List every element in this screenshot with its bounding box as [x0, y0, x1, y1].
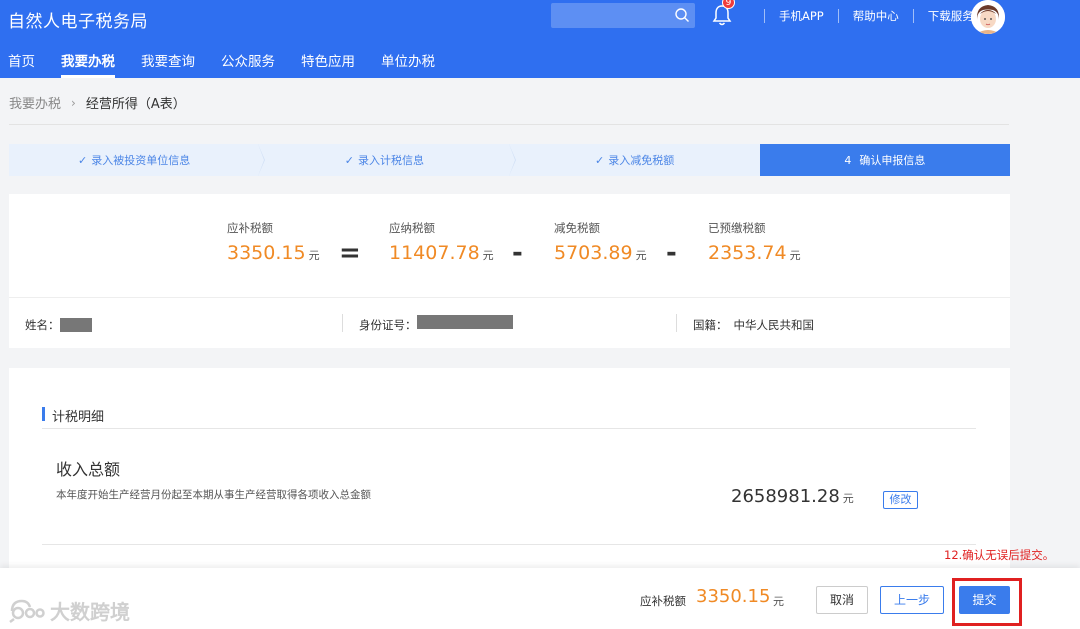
tax-summary-card: 应补税额 3350.15 元 = 应纳税额 11407.78 元 - 减免税额 57… [9, 194, 1010, 297]
cancel-button[interactable]: 取消 [816, 586, 868, 614]
step-3: ✓ 录入减免税额 [509, 144, 760, 176]
section-divider [42, 428, 976, 429]
summary-value: 5703.89 元 [554, 242, 647, 264]
info-label: 身份证号： [359, 318, 417, 332]
summary-label: 减免税额 [554, 221, 600, 235]
step-arrow-inner [508, 144, 515, 176]
redacted-id [416, 315, 513, 329]
breadcrumb-parent[interactable]: 我要办税 [9, 93, 61, 112]
section-title: 计税明细 [42, 406, 104, 425]
watermark: 大数跨境 [8, 596, 130, 625]
income-value: 2658981.28 元 [731, 486, 854, 507]
summary-tax-reduction: 减免税额 5703.89 元 [554, 220, 647, 264]
link-divider [912, 9, 914, 23]
check-icon: ✓ [344, 153, 354, 167]
taxpayer-info: 姓名： 身份证号： 国籍： 中华人民共和国 [9, 297, 1010, 348]
info-label: 国籍： [693, 318, 728, 332]
link-help-center[interactable]: 帮助中心 [853, 8, 899, 24]
income-title: 收入总额 [56, 460, 121, 479]
summary-amount: 11407.78 [389, 242, 480, 264]
minus-operator: - [666, 238, 677, 268]
user-avatar[interactable] [971, 0, 1005, 34]
summary-unit: 元 [482, 249, 494, 262]
link-mobile-app[interactable]: 手机APP [779, 8, 824, 24]
notification-badge: 9 [722, 0, 735, 9]
summary-value: 11407.78 元 [389, 242, 494, 264]
equals-operator: = [339, 238, 361, 268]
nav-special-apps[interactable]: 特色应用 [301, 52, 355, 78]
summary-tax-due: 应纳税额 11407.78 元 [389, 220, 494, 264]
watermark-logo-icon [9, 599, 45, 623]
footer-tax-value: 3350.15 [696, 586, 771, 607]
footer-tax-unit: 元 [773, 595, 784, 608]
summary-tax-payable: 应补税额 3350.15 元 [227, 220, 320, 264]
summary-unit: 元 [308, 249, 320, 262]
submit-highlight-box [952, 578, 1022, 626]
summary-unit: 元 [789, 249, 801, 262]
check-icon: ✓ [78, 153, 88, 167]
step-label: 录入减免税额 [608, 154, 675, 167]
summary-prepaid-tax: 已预缴税额 2353.74 元 [708, 220, 801, 264]
info-divider [342, 314, 343, 332]
row-divider [42, 544, 976, 545]
summary-label: 应纳税额 [389, 221, 435, 235]
summary-amount: 2353.74 [708, 242, 787, 264]
breadcrumb: 我要办税 › 经营所得（A表） [9, 93, 186, 113]
chevron-right-icon: › [71, 95, 76, 110]
action-footer: 大数跨境 应补税额 3350.15 元 取消 上一步 提交 [0, 568, 1080, 629]
info-nationality: 国籍： 中华人民共和国 [693, 317, 814, 333]
previous-step-button[interactable]: 上一步 [880, 586, 944, 614]
step-1: ✓ 录入被投资单位信息 [9, 144, 266, 176]
check-icon: ✓ [595, 153, 605, 167]
step-label: 录入计税信息 [357, 154, 424, 167]
instruction-annotation: 12.确认无误后提交。 [944, 548, 1055, 562]
edit-income-button[interactable]: 修改 [883, 491, 918, 509]
summary-amount: 3350.15 [227, 242, 306, 264]
income-unit: 元 [842, 492, 854, 505]
tax-detail-card: 计税明细 收入总额 本年度开始生产经营月份起至本期从事生产经营取得各项收入总金额… [9, 368, 1010, 568]
summary-unit: 元 [635, 249, 647, 262]
info-label: 姓名： [25, 318, 60, 332]
info-name: 姓名： [25, 317, 92, 333]
income-description: 本年度开始生产经营月份起至本期从事生产经营取得各项收入总金额 [56, 489, 371, 501]
link-download-service[interactable]: 下载服务 [928, 8, 974, 24]
footer-tax-label: 应补税额 [640, 594, 686, 608]
nav-unit-tax[interactable]: 单位办税 [381, 52, 435, 78]
step-label: 录入被投资单位信息 [91, 154, 191, 167]
income-amount: 2658981.28 [731, 486, 840, 507]
step-label: 确认申报信息 [859, 154, 926, 167]
site-brand[interactable]: 自然人电子税务局 [8, 7, 148, 32]
watermark-text: 大数跨境 [50, 600, 130, 624]
avatar-icon [971, 0, 1005, 34]
breadcrumb-divider [9, 124, 1009, 125]
step-arrow-inner [258, 144, 265, 176]
summary-value: 2353.74 元 [708, 242, 801, 264]
progress-steps: ✓ 录入被投资单位信息 ✓ 录入计税信息 ✓ 录入减免税额 4 确认申报信息 [9, 144, 1010, 176]
step-number: 4 [844, 153, 852, 167]
top-header: 自然人电子税务局 9 手机APP 帮助中心 下载服务 首页 我要办税 我要查询 … [0, 0, 1080, 78]
breadcrumb-current: 经营所得（A表） [85, 97, 186, 112]
top-links: 手机APP 帮助中心 下载服务 [750, 8, 974, 24]
nav-query[interactable]: 我要查询 [141, 52, 195, 78]
step-2: ✓ 录入计税信息 [259, 144, 516, 176]
redacted-name [59, 318, 92, 332]
summary-value: 3350.15 元 [227, 242, 320, 264]
link-divider [764, 9, 765, 23]
info-divider [676, 314, 677, 332]
summary-label: 应补税额 [227, 221, 273, 235]
nav-public-service[interactable]: 公众服务 [221, 52, 275, 78]
minus-operator: - [512, 238, 523, 268]
search-box[interactable] [551, 3, 695, 28]
step-4-active: 4 确认申报信息 [759, 144, 1010, 176]
main-nav: 首页 我要办税 我要查询 公众服务 特色应用 单位办税 [0, 52, 453, 78]
nav-home[interactable]: 首页 [8, 52, 35, 78]
info-value: 中华人民共和国 [733, 318, 815, 332]
link-divider [837, 9, 839, 23]
nav-tax-handling[interactable]: 我要办税 [61, 52, 115, 78]
summary-label: 已预缴税额 [708, 221, 766, 235]
search-icon[interactable] [674, 7, 690, 23]
info-id: 身份证号： [359, 315, 513, 333]
summary-amount: 5703.89 [554, 242, 633, 264]
